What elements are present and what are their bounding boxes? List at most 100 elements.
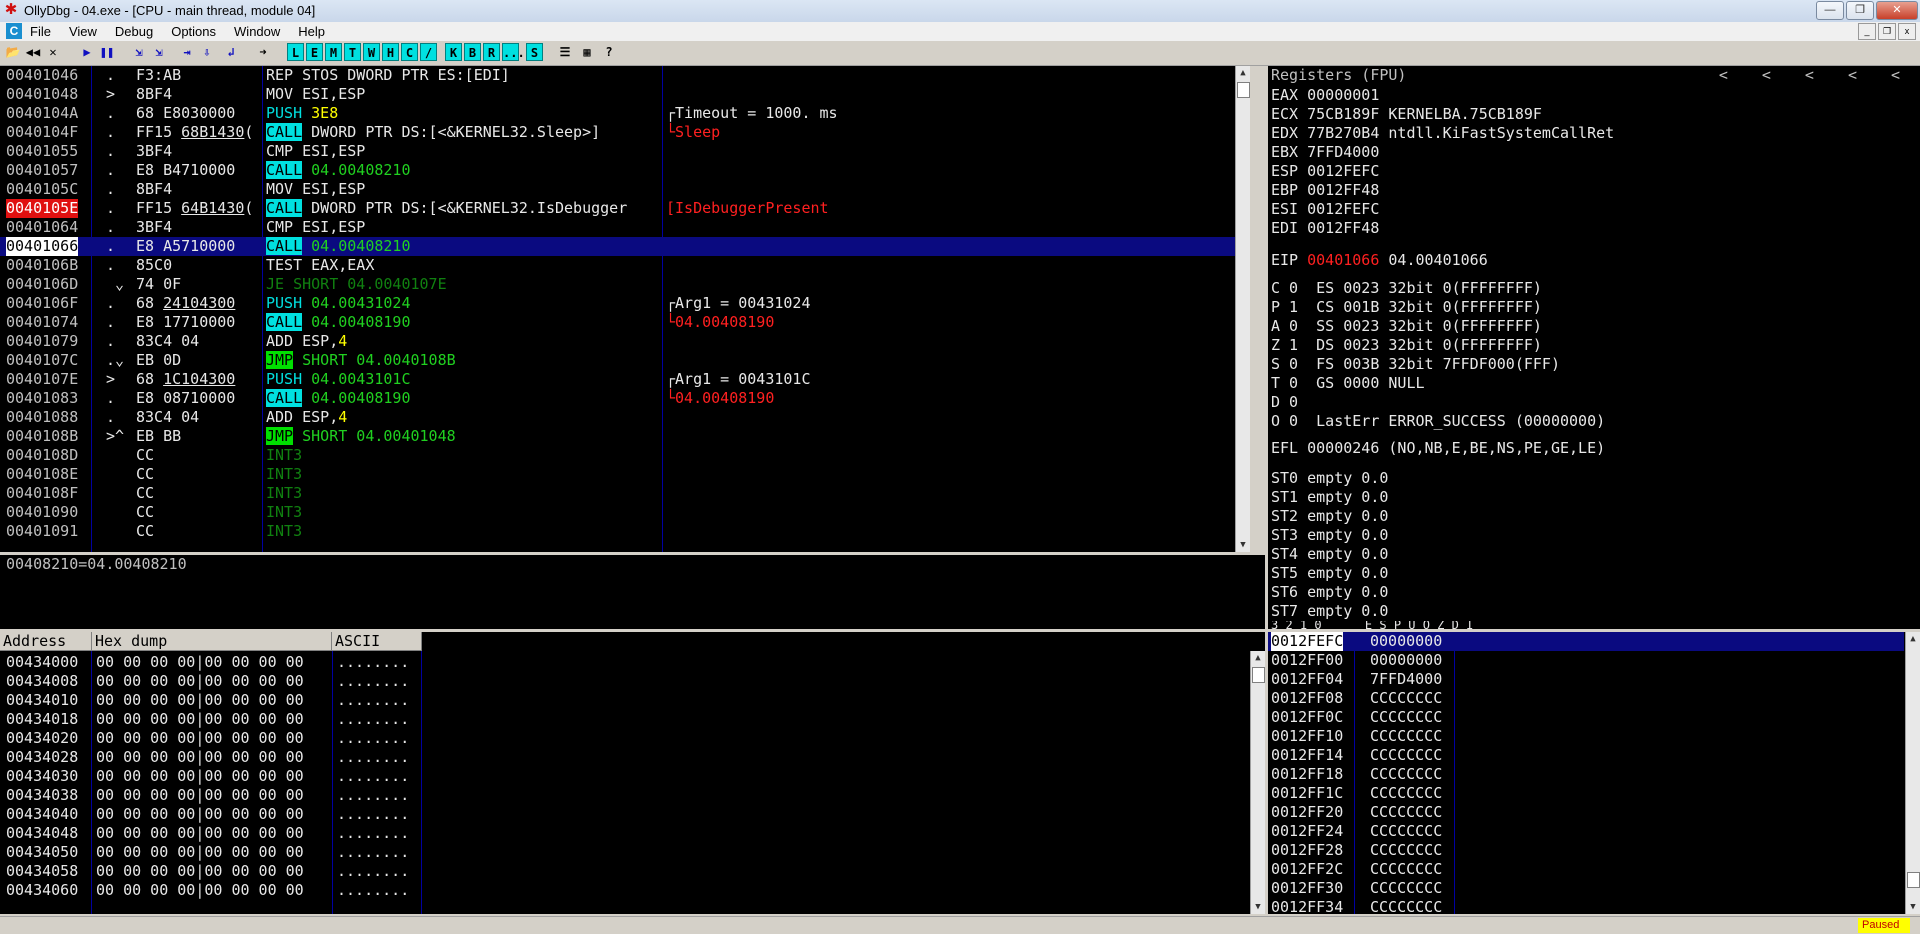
cpu-window-icon[interactable]: C: [6, 23, 22, 39]
disasm-row[interactable]: 0040106F. 68 24104300 PUSH 04.00431024 ┌Arg…: [0, 294, 1236, 313]
stack-row[interactable]: 0012FF10 CCCCCCCC: [1268, 727, 1904, 746]
scroll-up-icon[interactable]: ▲: [1236, 66, 1250, 80]
disasm-row[interactable]: 00401066. E8 A5710000 CALL 04.00408210: [0, 237, 1236, 256]
call-stack-window-button[interactable]: K: [445, 43, 462, 61]
register-arrow-5[interactable]: <: [1891, 66, 1900, 85]
menu-options[interactable]: Options: [171, 24, 216, 39]
breakpoints-window-button[interactable]: B: [464, 43, 481, 61]
stack-row[interactable]: 0012FF14 CCCCCCCC: [1268, 746, 1904, 765]
fpu-register[interactable]: ST7 empty 0.0: [1271, 602, 1388, 621]
dump-scroll-up-icon[interactable]: ▲: [1251, 651, 1265, 665]
disasm-row[interactable]: 0040107E >68 1C104300 PUSH 04.0043101C ┌Arg…: [0, 370, 1236, 389]
fpu-register[interactable]: ST1 empty 0.0: [1271, 488, 1388, 507]
minimize-button[interactable]: —: [1816, 1, 1844, 20]
stack-row[interactable]: 0012FF08 CCCCCCCC: [1268, 689, 1904, 708]
flag-segment-row[interactable]: C 0 ES 0023 32bit 0(FFFFFFFF): [1271, 279, 1542, 298]
stack-row[interactable]: 0012FF0C CCCCCCCC: [1268, 708, 1904, 727]
stack-row[interactable]: 0012FF24 CCCCCCCC: [1268, 822, 1904, 841]
dump-pane[interactable]: Address Hex dump ASCII 00434000 00 00 00 …: [0, 632, 1265, 914]
fpu-register[interactable]: ST5 empty 0.0: [1271, 564, 1388, 583]
general-register[interactable]: EAX 00000001: [1271, 86, 1379, 105]
stack-row[interactable]: 0012FF18 CCCCCCCC: [1268, 765, 1904, 784]
step-over-icon[interactable]: ⇲: [150, 43, 168, 61]
stack-row[interactable]: 0012FEFC 00000000: [1268, 632, 1904, 651]
mdi-close-button[interactable]: x: [1898, 23, 1916, 40]
run-icon[interactable]: ▶: [78, 43, 96, 61]
step-into-icon[interactable]: ⇲: [130, 43, 148, 61]
dump-scroll-down-icon[interactable]: ▼: [1251, 900, 1265, 914]
efl-register[interactable]: EFL 00000246 (NO,NB,E,BE,NS,PE,GE,LE): [1271, 439, 1605, 458]
menu-window[interactable]: Window: [234, 24, 280, 39]
execute-till-return-icon[interactable]: ↲: [222, 43, 240, 61]
register-arrow-3[interactable]: <: [1805, 66, 1814, 85]
open-icon[interactable]: 📂: [4, 43, 22, 61]
close-button[interactable]: ✕: [1876, 1, 1918, 20]
stack-scrollbar[interactable]: ▲ ▼: [1905, 632, 1920, 914]
stack-pane[interactable]: 0012FEFC 00000000 0012FF00 00000000 0012FF04…: [1268, 632, 1920, 914]
disasm-row[interactable]: 0040108D CC INT3: [0, 446, 1236, 465]
cpu-window-button[interactable]: C: [401, 43, 418, 61]
dump-scroll-thumb[interactable]: [1252, 667, 1265, 683]
stack-scroll-up-icon[interactable]: ▲: [1906, 632, 1920, 646]
dump-scrollbar[interactable]: ▲ ▼: [1250, 651, 1265, 914]
eip-register[interactable]: EIP 00401066 04.00401066: [1271, 251, 1488, 270]
disasm-row[interactable]: 0040105C. 8BF4 MOV ESI,ESP: [0, 180, 1236, 199]
threads-window-button[interactable]: T: [344, 43, 361, 61]
register-arrow-1[interactable]: <: [1719, 66, 1728, 85]
flag-segment-row[interactable]: Z 1 DS 0023 32bit 0(FFFFFFFF): [1271, 336, 1542, 355]
trace-into-icon[interactable]: ⇥: [178, 43, 196, 61]
mdi-restore-button[interactable]: ❐: [1878, 23, 1896, 40]
scroll-thumb[interactable]: [1237, 82, 1250, 98]
disasm-row[interactable]: 00401088. 83C4 04 ADD ESP,4: [0, 408, 1236, 427]
disasm-row[interactable]: 00401090 CC INT3: [0, 503, 1236, 522]
scroll-down-icon[interactable]: ▼: [1236, 538, 1250, 552]
registers-pane[interactable]: Registers (FPU) < < < < < EAX 00000001 EC…: [1268, 66, 1920, 629]
fpu-register[interactable]: ST4 empty 0.0: [1271, 545, 1388, 564]
memory-window-button[interactable]: M: [325, 43, 342, 61]
windows-window-button[interactable]: W: [363, 43, 380, 61]
fpu-register[interactable]: ST3 empty 0.0: [1271, 526, 1388, 545]
mdi-minimize-button[interactable]: _: [1858, 23, 1876, 40]
general-register[interactable]: EDX 77B270B4 ntdll.KiFastSystemCallRet: [1271, 124, 1614, 143]
flag-segment-row[interactable]: S 0 FS 003B 32bit 7FFDF000(FFF): [1271, 355, 1560, 374]
stack-row[interactable]: 0012FF34 CCCCCCCC: [1268, 898, 1904, 914]
run-trace-window-button[interactable]: ...: [502, 43, 525, 61]
stack-row[interactable]: 0012FF00 00000000: [1268, 651, 1904, 670]
trace-over-icon[interactable]: ⇩: [198, 43, 216, 61]
menu-view[interactable]: View: [69, 24, 97, 39]
disasm-row[interactable]: 0040104F. FF15 68B1430(CALL DWORD PTR DS:…: [0, 123, 1236, 142]
handles-window-button[interactable]: H: [382, 43, 399, 61]
source-window-button[interactable]: S: [526, 43, 543, 61]
stack-row[interactable]: 0012FF28 CCCCCCCC: [1268, 841, 1904, 860]
stack-scroll-thumb[interactable]: [1907, 872, 1920, 888]
disasm-row[interactable]: 0040108F CC INT3: [0, 484, 1236, 503]
dump-header-hex[interactable]: Hex dump: [92, 632, 332, 651]
disasm-row[interactable]: 00401048 >8BF4 MOV ESI,ESP: [0, 85, 1236, 104]
stack-row[interactable]: 0012FF1C CCCCCCCC: [1268, 784, 1904, 803]
disasm-row[interactable]: 00401057. E8 B4710000 CALL 04.00408210: [0, 161, 1236, 180]
disasm-row[interactable]: 00401083. E8 08710000 CALL 04.00408190 └04.…: [0, 389, 1236, 408]
list-icon[interactable]: ☰: [556, 43, 574, 61]
disassembly-scrollbar[interactable]: ▲ ▼: [1235, 66, 1250, 552]
disasm-row[interactable]: 00401064. 3BF4 CMP ESI,ESP: [0, 218, 1236, 237]
maximize-button[interactable]: ❐: [1846, 1, 1874, 20]
dump-header-address[interactable]: Address: [0, 632, 92, 651]
stack-row[interactable]: 0012FF30 CCCCCCCC: [1268, 879, 1904, 898]
window-title-bar[interactable]: ✱ OllyDbg - 04.exe - [CPU - main thread,…: [0, 0, 1920, 22]
fpu-register[interactable]: ST6 empty 0.0: [1271, 583, 1388, 602]
disasm-row[interactable]: 00401055. 3BF4 CMP ESI,ESP: [0, 142, 1236, 161]
flag-segment-row[interactable]: O 0 LastErr ERROR_SUCCESS (00000000): [1271, 412, 1605, 431]
references-window-button[interactable]: R: [483, 43, 500, 61]
flag-segment-row[interactable]: P 1 CS 001B 32bit 0(FFFFFFFF): [1271, 298, 1542, 317]
disasm-row[interactable]: 0040108E CC INT3: [0, 465, 1236, 484]
dump-header-ascii[interactable]: ASCII: [332, 632, 422, 651]
disasm-row[interactable]: 00401046. F3:AB REP STOS DWORD PTR ES:[EDI…: [0, 66, 1236, 85]
modules-window-button[interactable]: E: [306, 43, 323, 61]
disassembly-pane[interactable]: 00401046. F3:AB REP STOS DWORD PTR ES:[EDI…: [0, 66, 1250, 552]
disasm-row[interactable]: 00401091 CC INT3: [0, 522, 1236, 541]
appearance-icon[interactable]: ▦: [578, 43, 596, 61]
general-register[interactable]: ESP 0012FEFC: [1271, 162, 1379, 181]
disasm-row[interactable]: 0040105E. FF15 64B1430(CALL DWORD PTR DS:…: [0, 199, 1236, 218]
menu-file[interactable]: File: [30, 24, 51, 39]
disasm-row[interactable]: 00401074. E8 17710000 CALL 04.00408190 └04.…: [0, 313, 1236, 332]
